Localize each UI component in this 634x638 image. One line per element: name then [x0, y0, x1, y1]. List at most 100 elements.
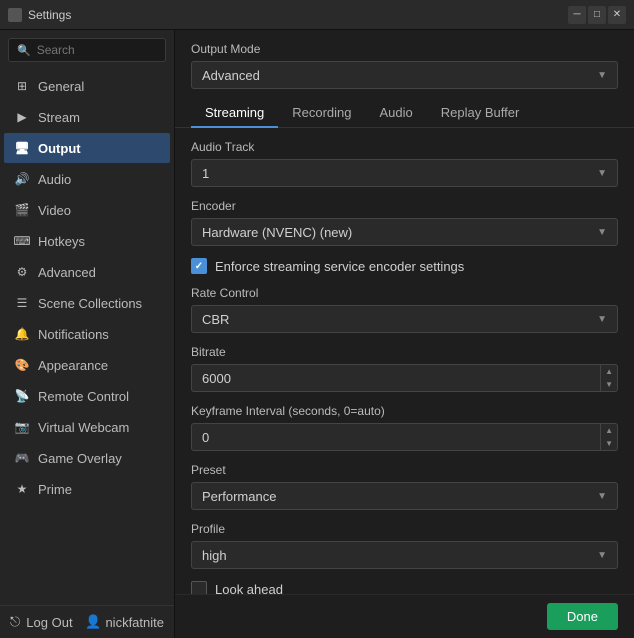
profile-select[interactable]: high ▼: [191, 541, 618, 569]
enforce-checkbox-row[interactable]: ✓ Enforce streaming service encoder sett…: [191, 258, 618, 274]
search-input[interactable]: [37, 43, 157, 57]
bitrate-spinbox[interactable]: ▲ ▼: [191, 364, 618, 392]
user-icon: 👤: [85, 614, 101, 630]
content-footer: Done: [175, 594, 634, 638]
rate-control-arrow: ▼: [597, 314, 607, 325]
sidebar-bottom: ⎋ Log Out 👤 nickfatnite: [0, 605, 174, 638]
output-mode-arrow: ▼: [597, 70, 607, 81]
preset-select[interactable]: Performance ▼: [191, 482, 618, 510]
minimize-button[interactable]: ─: [568, 6, 586, 24]
audio-track-arrow: ▼: [597, 168, 607, 179]
search-box[interactable]: 🔍: [8, 38, 166, 62]
preset-label: Preset: [191, 463, 618, 477]
sidebar-item-game-overlay[interactable]: 🎮 Game Overlay: [4, 443, 170, 473]
done-button[interactable]: Done: [547, 603, 618, 630]
tab-streaming[interactable]: Streaming: [191, 99, 278, 128]
maximize-button[interactable]: □: [588, 6, 606, 24]
sidebar-item-label: Appearance: [38, 358, 108, 373]
logout-icon: ⎋: [10, 614, 20, 630]
keyframe-group: Keyframe Interval (seconds, 0=auto) ▲ ▼: [191, 404, 618, 451]
bitrate-arrows: ▲ ▼: [600, 365, 617, 391]
sidebar-item-output[interactable]: 🖥 Output: [4, 133, 170, 163]
close-button[interactable]: ✕: [608, 6, 626, 24]
sidebar-item-label: Virtual Webcam: [38, 420, 129, 435]
look-ahead-checkbox[interactable]: [191, 581, 207, 594]
virtual-webcam-icon: 📷: [14, 419, 30, 435]
output-mode-label: Output Mode: [191, 42, 618, 56]
encoder-group: Encoder Hardware (NVENC) (new) ▼: [191, 199, 618, 246]
audio-track-value: 1: [202, 166, 209, 181]
titlebar-title: Settings: [28, 8, 71, 22]
look-ahead-row[interactable]: Look ahead: [191, 581, 618, 594]
remote-control-icon: 📡: [14, 388, 30, 404]
logout-button[interactable]: ⎋ Log Out: [10, 614, 73, 630]
prime-icon: ★: [14, 481, 30, 497]
keyframe-arrows: ▲ ▼: [600, 424, 617, 450]
sidebar-item-video[interactable]: 🎬 Video: [4, 195, 170, 225]
look-ahead-label: Look ahead: [215, 582, 283, 595]
sidebar-item-appearance[interactable]: 🎨 Appearance: [4, 350, 170, 380]
stream-icon: ▶: [14, 109, 30, 125]
general-icon: ⊞: [14, 78, 30, 94]
sidebar-item-audio[interactable]: 🔊 Audio: [4, 164, 170, 194]
sidebar: 🔍 ⊞ General ▶ Stream 🖥 Output 🔊 Audio: [0, 30, 175, 638]
sidebar-item-label: Video: [38, 203, 71, 218]
encoder-select[interactable]: Hardware (NVENC) (new) ▼: [191, 218, 618, 246]
profile-label: Profile: [191, 522, 618, 536]
output-mode-section: Output Mode Advanced ▼: [175, 30, 634, 89]
sidebar-item-stream[interactable]: ▶ Stream: [4, 102, 170, 132]
sidebar-item-general[interactable]: ⊞ General: [4, 71, 170, 101]
game-overlay-icon: 🎮: [14, 450, 30, 466]
profile-value: high: [202, 548, 227, 563]
bitrate-down-arrow[interactable]: ▼: [601, 378, 617, 391]
notifications-icon: 🔔: [14, 326, 30, 342]
enforce-checkbox[interactable]: ✓: [191, 258, 207, 274]
titlebar-left: Settings: [8, 8, 71, 22]
sidebar-item-advanced[interactable]: ⚙ Advanced: [4, 257, 170, 287]
keyframe-spinbox[interactable]: ▲ ▼: [191, 423, 618, 451]
audio-icon: 🔊: [14, 171, 30, 187]
rate-control-select[interactable]: CBR ▼: [191, 305, 618, 333]
keyframe-label: Keyframe Interval (seconds, 0=auto): [191, 404, 618, 418]
bitrate-input[interactable]: [192, 371, 600, 386]
sidebar-item-prime[interactable]: ★ Prime: [4, 474, 170, 504]
titlebar-controls[interactable]: ─ □ ✕: [568, 6, 626, 24]
keyframe-up-arrow[interactable]: ▲: [601, 424, 617, 437]
sidebar-item-label: Output: [38, 141, 81, 156]
sidebar-item-notifications[interactable]: 🔔 Notifications: [4, 319, 170, 349]
profile-group: Profile high ▼: [191, 522, 618, 569]
advanced-icon: ⚙: [14, 264, 30, 280]
sidebar-item-hotkeys[interactable]: ⌨ Hotkeys: [4, 226, 170, 256]
sidebar-item-virtual-webcam[interactable]: 📷 Virtual Webcam: [4, 412, 170, 442]
username-area[interactable]: 👤 nickfatnite: [85, 614, 164, 630]
bitrate-label: Bitrate: [191, 345, 618, 359]
tab-audio[interactable]: Audio: [366, 99, 427, 128]
username-label: nickfatnite: [105, 615, 164, 630]
output-mode-select[interactable]: Advanced ▼: [191, 61, 618, 89]
keyframe-input[interactable]: [192, 430, 600, 445]
tabs-section: Streaming Recording Audio Replay Buffer: [175, 89, 634, 128]
audio-track-group: Audio Track 1 ▼: [191, 140, 618, 187]
encoder-value: Hardware (NVENC) (new): [202, 225, 352, 240]
sidebar-item-remote-control[interactable]: 📡 Remote Control: [4, 381, 170, 411]
rate-control-label: Rate Control: [191, 286, 618, 300]
tab-recording[interactable]: Recording: [278, 99, 365, 128]
sidebar-item-label: Advanced: [38, 265, 96, 280]
sidebar-item-label: Game Overlay: [38, 451, 122, 466]
sidebar-item-scene-collections[interactable]: ☰ Scene Collections: [4, 288, 170, 318]
bitrate-up-arrow[interactable]: ▲: [601, 365, 617, 378]
audio-track-label: Audio Track: [191, 140, 618, 154]
search-icon: 🔍: [17, 44, 31, 57]
keyframe-down-arrow[interactable]: ▼: [601, 437, 617, 450]
audio-track-select[interactable]: 1 ▼: [191, 159, 618, 187]
enforce-label: Enforce streaming service encoder settin…: [215, 259, 464, 274]
content-area: Output Mode Advanced ▼ Streaming Recordi…: [175, 30, 634, 638]
titlebar: Settings ─ □ ✕: [0, 0, 634, 30]
encoder-arrow: ▼: [597, 227, 607, 238]
tab-replay-buffer[interactable]: Replay Buffer: [427, 99, 534, 128]
hotkeys-icon: ⌨: [14, 233, 30, 249]
tabs-row: Streaming Recording Audio Replay Buffer: [191, 99, 618, 127]
rate-control-group: Rate Control CBR ▼: [191, 286, 618, 333]
sidebar-nav: ⊞ General ▶ Stream 🖥 Output 🔊 Audio 🎬 Vi…: [0, 70, 174, 605]
preset-arrow: ▼: [597, 491, 607, 502]
